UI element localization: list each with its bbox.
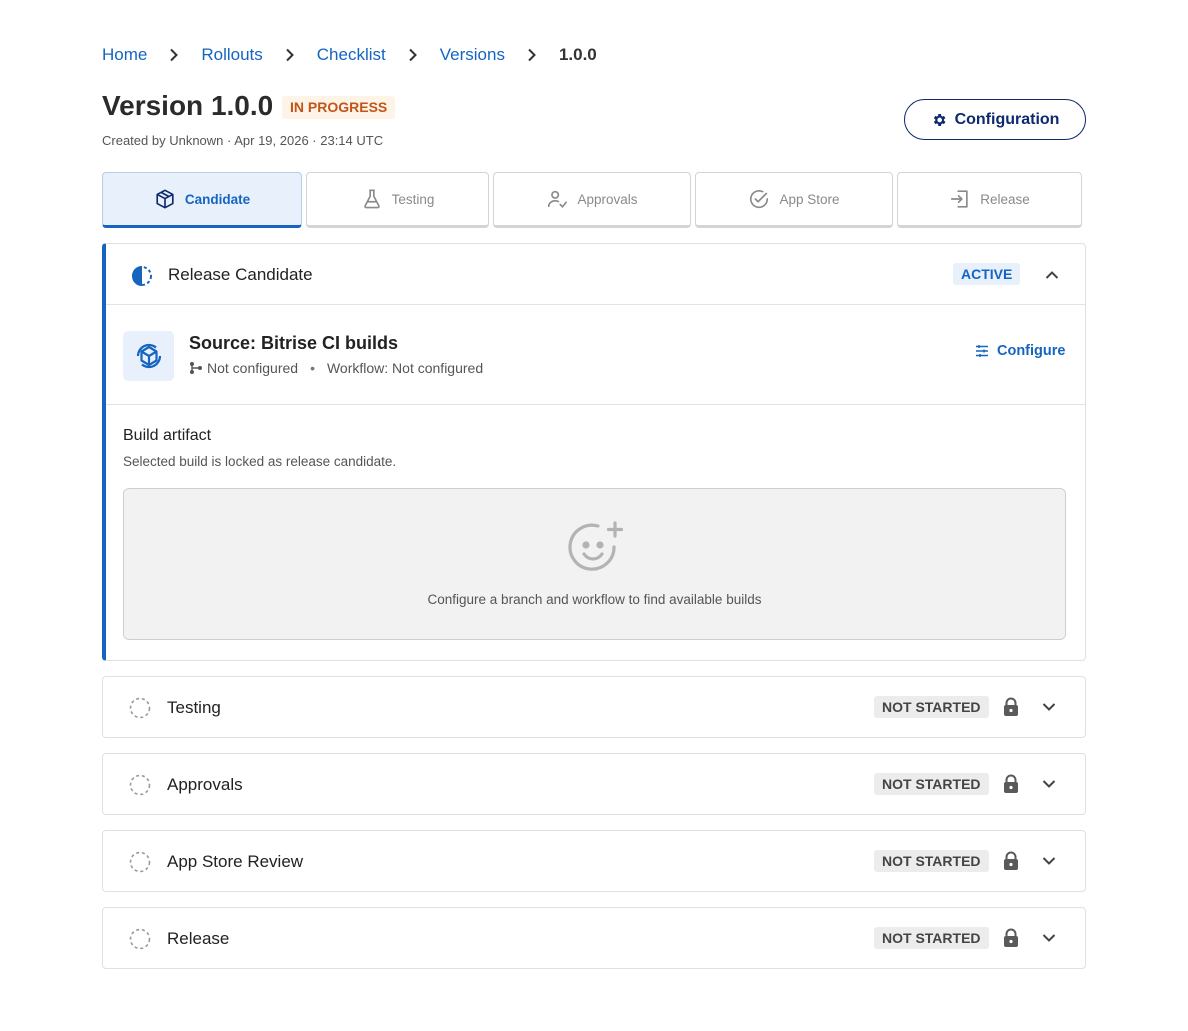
chevron-right-icon [283,48,297,62]
chevron-down-icon[interactable] [1038,696,1060,718]
page-title: Version 1.0.0 [102,90,274,121]
section-testing[interactable]: Testing NOT STARTED [102,676,1086,738]
tab-release[interactable]: Release [897,172,1082,228]
configuration-button-label: Configuration [954,110,1060,128]
version-meta: Created by Unknown · Apr 19, 2026 · 23:1… [102,133,384,148]
chevron-down-icon[interactable] [1038,850,1060,872]
empty-builds-state: Configure a branch and workflow to find … [123,488,1066,640]
status-badge: NOT STARTED [874,850,989,872]
branch-value: Not configured [207,360,299,376]
status-badge: IN PROGRESS [282,96,396,119]
status-badge: NOT STARTED [874,927,989,949]
check-circle-icon [748,188,770,210]
chevron-right-icon [406,48,420,62]
release-candidate-title: Release Candidate [168,265,313,284]
user-check-icon [546,188,568,210]
tab-candidate[interactable]: Candidate [102,172,302,228]
configuration-button[interactable]: Configuration [904,99,1086,140]
separator: • [310,360,315,376]
tab-label: Release [980,191,1030,207]
lock-icon [1002,928,1020,948]
section-release[interactable]: Release NOT STARTED [102,907,1086,969]
pending-circle-icon [129,697,151,719]
chevron-up-icon[interactable] [1041,264,1063,286]
section-app-store-review[interactable]: App Store Review NOT STARTED [102,830,1086,892]
pending-circle-icon [129,928,151,950]
breadcrumb-rollouts[interactable]: Rollouts [201,45,262,65]
package-icon [154,188,176,210]
section-title: App Store Review [167,852,304,871]
status-badge: NOT STARTED [874,773,989,795]
login-icon [949,188,971,210]
breadcrumb-home[interactable]: Home [102,45,147,65]
add-reaction-icon [567,521,627,577]
build-artifact-subtitle: Selected build is locked as release cand… [123,454,397,469]
lock-icon [1002,851,1020,871]
release-candidate-section: Release Candidate ACTIVE Source: Bitrise… [102,243,1086,661]
status-badge: ACTIVE [953,263,1021,285]
tab-label: App Store [779,191,840,207]
build-artifact-title: Build artifact [123,427,212,444]
branch-icon [189,361,203,375]
source-row: Source: Bitrise CI builds Not configured… [106,305,1085,405]
source-details: Not configured • Workflow: Not configure… [189,360,483,376]
breadcrumb-versions[interactable]: Versions [440,45,505,65]
release-candidate-header[interactable]: Release Candidate ACTIVE [106,244,1085,305]
lock-icon [1002,697,1020,717]
breadcrumb-current: 1.0.0 [558,45,597,64]
tab-label: Approvals [577,191,638,207]
section-title: Approvals [167,775,243,794]
breadcrumb-checklist[interactable]: Checklist [317,45,386,65]
pending-circle-icon [129,774,151,796]
tab-approvals[interactable]: Approvals [493,172,691,228]
section-title: Release [167,929,230,948]
tab-app-store[interactable]: App Store [695,172,893,228]
empty-builds-text: Configure a branch and workflow to find … [427,592,762,607]
sliders-icon [975,344,989,358]
chevron-down-icon[interactable] [1038,927,1060,949]
configure-source-button[interactable]: Configure [975,343,1065,359]
tab-label: Testing [391,191,435,207]
tab-label: Candidate [184,191,251,207]
source-title: Source: Bitrise CI builds [189,333,399,353]
chevron-right-icon [167,48,181,62]
section-title: Testing [167,698,221,717]
flask-icon [361,188,383,210]
configure-label: Configure [997,343,1066,359]
bitrise-logo-icon [123,331,174,381]
pending-circle-icon [129,851,151,873]
lock-icon [1002,774,1020,794]
section-approvals[interactable]: Approvals NOT STARTED [102,753,1086,815]
status-badge: NOT STARTED [874,696,989,718]
breadcrumb: Home Rollouts Checklist Versions 1.0.0 [102,44,597,66]
tab-testing[interactable]: Testing [306,172,489,228]
chevron-right-icon [525,48,539,62]
workflow-value: Workflow: Not configured [326,360,484,376]
gear-icon [931,112,947,128]
chevron-down-icon[interactable] [1038,773,1060,795]
progress-half-icon [130,264,154,288]
